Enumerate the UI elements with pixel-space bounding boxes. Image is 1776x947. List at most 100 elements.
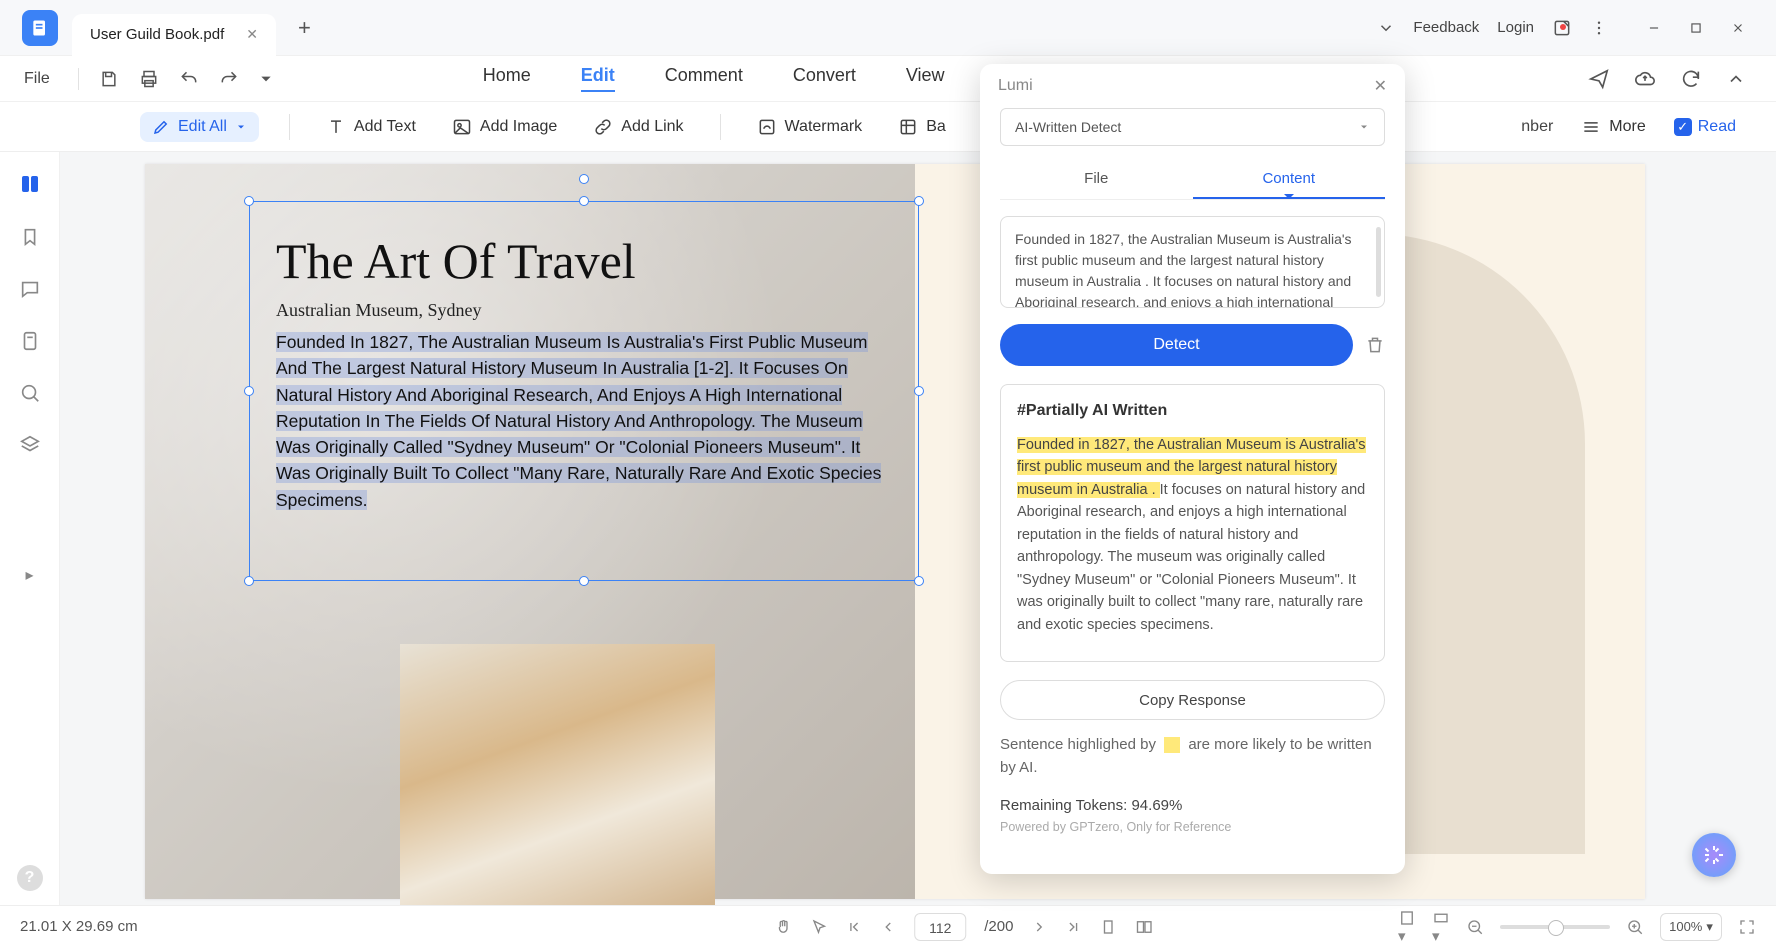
zoom-value: 100% [1669,919,1702,934]
detect-button[interactable]: Detect [1000,324,1353,366]
next-page-icon[interactable] [1031,919,1047,935]
prev-page-icon[interactable] [880,919,896,935]
expand-sidebar-icon[interactable]: ▸ [25,565,33,585]
edit-all-button[interactable]: Edit All [140,112,259,142]
print-icon[interactable] [139,69,159,89]
left-sidebar: ▸ ? [0,152,60,905]
document-subtitle[interactable]: Australian Museum, Sydney [250,298,918,329]
first-page-icon[interactable] [846,919,862,935]
zoom-level[interactable]: 100%▾ [1660,913,1722,941]
read-label: Read [1698,118,1736,136]
feedback-link[interactable]: Feedback [1413,19,1479,36]
menu-row: File HomeEditCommentConvertViewPageTool [0,56,1776,102]
resize-handle[interactable] [914,576,924,586]
share-icon[interactable] [1588,68,1610,90]
redo-icon[interactable] [219,69,239,89]
menu-convert[interactable]: Convert [793,65,856,92]
close-window-button[interactable] [1720,10,1756,46]
text-selection-box[interactable]: The Art Of Travel Australian Museum, Syd… [249,201,919,581]
zoom-in-icon[interactable] [1626,918,1644,936]
link-icon [593,117,613,137]
resize-handle[interactable] [914,386,924,396]
fit-width-icon[interactable]: ▾ [1432,909,1450,945]
chevron-down-icon[interactable] [1377,19,1395,37]
lumi-tab-file[interactable]: File [1000,160,1193,199]
two-page-icon[interactable] [1135,918,1153,936]
kebab-menu-icon[interactable] [1590,19,1608,37]
cloud-upload-icon[interactable] [1634,68,1656,90]
resize-handle[interactable] [914,196,924,206]
last-page-icon[interactable] [1065,919,1081,935]
more-button[interactable]: More [1575,113,1651,141]
current-page-input[interactable]: 112 [914,913,966,941]
close-tab-icon[interactable]: ✕ [246,26,258,43]
fullscreen-icon[interactable] [1738,918,1756,936]
page-number-label-partial: nber [1521,118,1553,136]
login-link[interactable]: Login [1497,19,1534,36]
resize-handle[interactable] [244,196,254,206]
undo-icon[interactable] [179,69,199,89]
search-icon[interactable] [19,382,41,404]
close-lumi-icon[interactable]: ✕ [1374,76,1387,96]
fit-page-icon[interactable]: ▾ [1398,909,1416,945]
select-tool-icon[interactable] [810,918,828,936]
background-button[interactable]: Ba [892,113,952,141]
document-body[interactable]: Founded In 1827, The Australian Museum I… [250,329,918,513]
menu-home[interactable]: Home [483,65,531,92]
menu-view[interactable]: View [906,65,945,92]
help-button[interactable]: ? [17,865,43,891]
menu-comment[interactable]: Comment [665,65,743,92]
titlebar: User Guild Book.pdf ✕ + Feedback Login [0,0,1776,56]
resize-handle[interactable] [244,576,254,586]
pencil-icon [152,118,170,136]
add-text-button[interactable]: Add Text [320,113,422,141]
collapse-ribbon-icon[interactable] [1726,69,1746,89]
file-menu[interactable]: File [10,70,64,88]
minimize-button[interactable] [1636,10,1672,46]
toolbar: Edit All Add Text Add Image Add Link Wat… [0,102,1776,152]
ai-assistant-fab[interactable] [1692,833,1736,877]
resize-handle[interactable] [579,196,589,206]
bookmark-icon[interactable] [19,226,41,248]
lumi-result: #Partially AI Written Founded in 1827, t… [1000,384,1385,662]
add-image-label: Add Image [480,118,557,136]
save-icon[interactable] [99,69,119,89]
quick-access-dropdown-icon[interactable] [259,72,273,86]
thumbnails-icon[interactable] [18,172,42,196]
lumi-input-text[interactable]: Founded in 1827, the Australian Museum i… [1000,216,1385,308]
watermark-button[interactable]: Watermark [751,113,869,141]
hand-tool-icon[interactable] [774,918,792,936]
attachment-icon[interactable] [19,330,41,352]
maximize-button[interactable] [1678,10,1714,46]
resize-handle[interactable] [579,576,589,586]
new-tab-button[interactable]: + [298,15,311,41]
zoom-slider[interactable] [1500,925,1610,929]
single-page-icon[interactable] [1099,918,1117,936]
add-image-button[interactable]: Add Image [446,113,563,141]
lumi-title: Lumi [998,77,1033,95]
layers-icon[interactable] [19,434,41,456]
text-icon [326,117,346,137]
resize-handle[interactable] [244,386,254,396]
add-link-button[interactable]: Add Link [587,113,689,141]
clear-icon[interactable] [1365,335,1385,355]
more-label: More [1609,118,1645,136]
lumi-mode-dropdown[interactable]: AI-Written Detect [1000,108,1385,146]
chevron-down-icon [1358,121,1370,133]
sparkle-icon [1702,843,1726,867]
read-mode-toggle[interactable]: ✓ Read [1674,118,1736,136]
result-rest: It focuses on natural history and Aborig… [1017,482,1365,633]
lumi-tab-content[interactable]: Content [1193,160,1386,199]
app-logo[interactable] [22,10,58,46]
document-canvas[interactable]: The Art Of Travel Australian Museum, Syd… [60,152,1776,905]
sync-icon[interactable] [1680,68,1702,90]
document-tab[interactable]: User Guild Book.pdf ✕ [72,14,276,56]
document-title[interactable]: The Art Of Travel [250,202,918,298]
notification-icon[interactable] [1552,18,1572,38]
comment-icon[interactable] [19,278,41,300]
rotate-handle[interactable] [579,174,589,184]
separator [289,114,290,140]
menu-edit[interactable]: Edit [581,65,615,92]
zoom-out-icon[interactable] [1466,918,1484,936]
copy-response-button[interactable]: Copy Response [1000,680,1385,720]
